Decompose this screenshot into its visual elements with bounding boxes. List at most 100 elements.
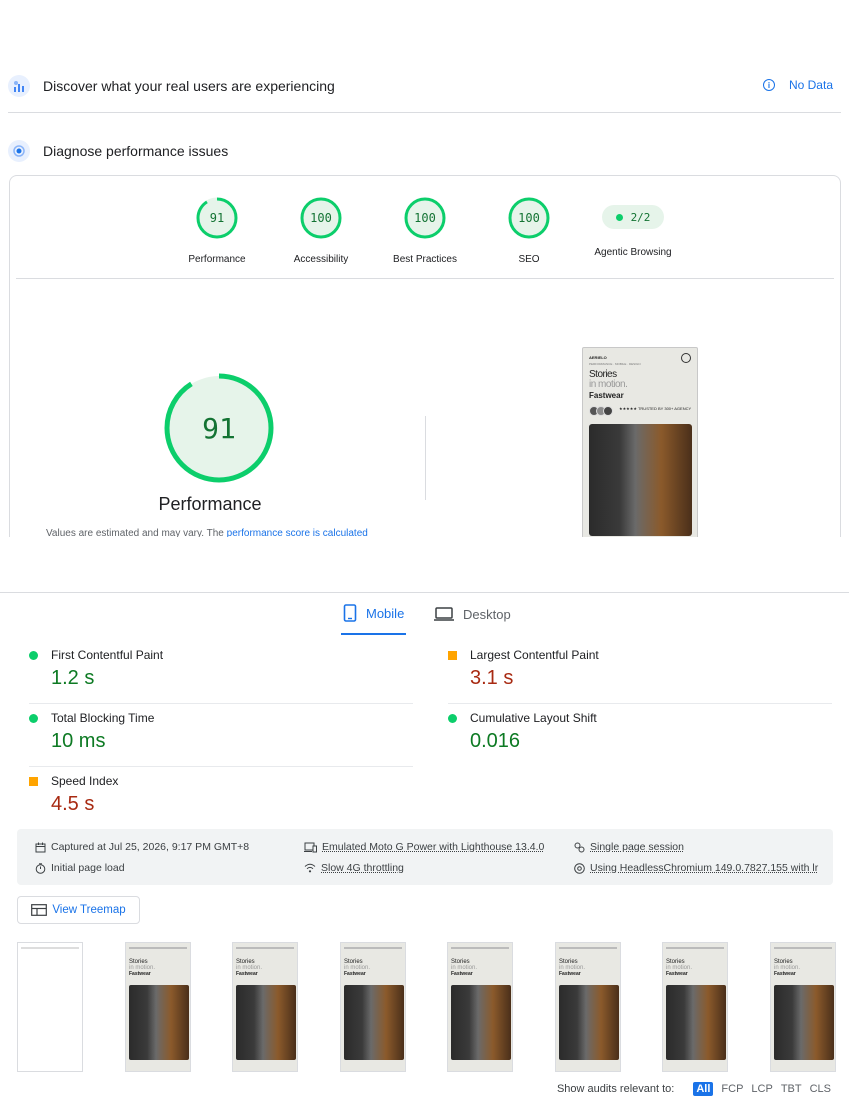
agentic-score: 2/2 xyxy=(630,210,651,224)
metric-cls: Cumulative Layout Shift 0.016 xyxy=(436,703,832,763)
preview-line3: Fastwear xyxy=(589,391,624,400)
metric-lcp: Largest Contentful Paint 3.1 s xyxy=(436,640,832,704)
session-icon xyxy=(574,842,585,852)
frame-image xyxy=(774,985,834,1060)
tab-mobile-label: Mobile xyxy=(366,605,405,621)
metric-label: First Contentful Paint xyxy=(51,648,164,662)
metric-label: Speed Index xyxy=(51,774,119,788)
gauge-score: 91 xyxy=(210,211,224,225)
average-indicator-icon xyxy=(29,777,38,786)
network-throttling[interactable]: Slow 4G throttling xyxy=(304,862,404,874)
filter-chip-lcp[interactable]: LCP xyxy=(751,1083,772,1095)
emulated-device[interactable]: Emulated Moto G Power with Lighthouse 13… xyxy=(304,841,544,853)
metric-label: Cumulative Layout Shift xyxy=(470,711,597,725)
gauge-score: 100 xyxy=(518,211,540,225)
metric-value: 4.5 s xyxy=(51,793,95,815)
calendar-icon xyxy=(35,842,46,852)
frame-header xyxy=(559,947,617,949)
initial-text: Initial page load xyxy=(51,862,125,874)
preview-menu-icon xyxy=(681,353,691,363)
frame-header xyxy=(774,947,832,949)
frame-header xyxy=(451,947,509,949)
device-tabs: Mobile Desktop xyxy=(0,592,849,636)
timer-icon xyxy=(35,862,46,874)
frame-image xyxy=(559,985,619,1060)
filmstrip-frame: Stories in motion. Fastwear xyxy=(340,942,406,1072)
final-screenshot[interactable]: AERIELO PERFORMANCE · MOBILE · DESIGN St… xyxy=(582,347,698,537)
browser-version[interactable]: Using HeadlessChromium 149.0.7827.155 wi… xyxy=(574,862,818,874)
metric-label: Largest Contentful Paint xyxy=(470,648,599,662)
gauge-performance[interactable]: 91 Performance xyxy=(167,196,267,265)
field-data-title: Discover what your real users are experi… xyxy=(43,78,335,94)
gauge-score: 100 xyxy=(414,211,436,225)
main-score-label: Performance xyxy=(158,494,262,514)
tab-desktop[interactable]: Desktop xyxy=(434,593,511,635)
estimate-text: Values are estimated and may vary. The xyxy=(46,528,227,537)
preview-brand: AERIELO xyxy=(589,355,607,360)
preview-line2: in motion. xyxy=(589,379,628,390)
view-treemap-button[interactable]: View Treemap xyxy=(17,896,140,924)
frame-header xyxy=(666,947,724,949)
metric-label: Total Blocking Time xyxy=(51,711,155,725)
audit-filter: Show audits relevant to: All FCP LCP TBT… xyxy=(557,1082,831,1096)
session-type[interactable]: Single page session xyxy=(574,841,684,853)
main-performance-gauge: 91 xyxy=(157,366,281,495)
info-icon: i xyxy=(762,79,775,91)
estimate-note: Values are estimated and may vary. The p… xyxy=(46,528,368,537)
score-calc-link[interactable]: performance score is calculated xyxy=(227,528,368,537)
metric-si: Speed Index 4.5 s xyxy=(17,766,413,826)
gauge-label: Agentic Browsing xyxy=(594,247,672,258)
filter-chip-fcp[interactable]: FCP xyxy=(721,1083,743,1095)
metric-value: 1.2 s xyxy=(51,667,95,689)
treemap-icon xyxy=(31,904,48,916)
frame-image xyxy=(451,985,511,1060)
filmstrip-frame: Stories in motion. Fastwear xyxy=(770,942,836,1072)
no-data-label: No Data xyxy=(788,78,833,92)
device-text: Emulated Moto G Power with Lighthouse 13… xyxy=(322,841,545,853)
filter-chip-all[interactable]: All xyxy=(693,1082,714,1096)
field-data-icon xyxy=(8,75,30,97)
metric-value: 10 ms xyxy=(51,730,106,752)
runtime-settings: Captured at Jul 25, 2026, 9:17 PM GMT+8 … xyxy=(17,829,833,885)
filter-chip-tbt[interactable]: TBT xyxy=(781,1083,802,1095)
gauge-label: SEO xyxy=(518,254,540,265)
initial-load: Initial page load xyxy=(35,862,125,874)
gauge-agentic-browsing[interactable]: 2/2 Agentic Browsing xyxy=(583,196,683,258)
wifi-icon xyxy=(304,863,316,873)
gauge-best-practices[interactable]: 100 Best Practices xyxy=(375,196,475,265)
audit-filter-label: Show audits relevant to: xyxy=(556,1083,675,1095)
frame-image xyxy=(129,985,189,1060)
gauge-seo[interactable]: 100 SEO xyxy=(479,196,579,265)
gauge-label: Accessibility xyxy=(293,254,349,265)
frame-image xyxy=(236,985,296,1060)
metric-tbt: Total Blocking Time 10 ms xyxy=(17,703,413,767)
tab-mobile[interactable]: Mobile xyxy=(341,593,407,635)
frame-line3: Fastwear xyxy=(451,971,473,977)
preview-stars: ★★★★★ TRUSTED BY 300+ AGENCY xyxy=(619,406,692,411)
vertical-divider xyxy=(425,416,426,500)
frame-line3: Fastwear xyxy=(344,971,366,977)
filmstrip-frame: Stories in motion. Fastwear xyxy=(662,942,728,1072)
lighthouse-report-card: 91 Performance 100 Accessibility 100 Bes… xyxy=(9,175,841,537)
frame-image xyxy=(666,985,726,1060)
gauge-label: Performance xyxy=(188,254,246,265)
preview-tagline: PERFORMANCE · MOBILE · DESIGN xyxy=(589,362,641,366)
gauge-accessibility[interactable]: 100 Accessibility xyxy=(271,196,371,265)
tab-desktop-label: Desktop xyxy=(463,606,511,622)
frame-header xyxy=(344,947,402,949)
metric-fcp: First Contentful Paint 1.2 s xyxy=(17,640,413,704)
filter-chip-cls[interactable]: CLS xyxy=(810,1083,831,1095)
frame-line3: Fastwear xyxy=(236,971,258,977)
filmstrip-frame: Stories in motion. Fastwear xyxy=(447,942,513,1072)
frame-line3: Fastwear xyxy=(129,971,151,977)
desktop-icon xyxy=(434,607,454,621)
preview-image xyxy=(589,424,692,536)
category-gauges: 91 Performance 100 Accessibility 100 Bes… xyxy=(10,196,840,276)
chrome-icon xyxy=(574,862,585,874)
treemap-label: View Treemap xyxy=(52,904,126,916)
filmstrip-frame: Stories in motion. Fastwear xyxy=(125,942,191,1072)
diagnose-icon xyxy=(8,140,30,162)
gauge-label: Best Practices xyxy=(393,254,457,265)
frame-line3: Fastwear xyxy=(666,971,688,977)
agentic-pill: 2/2 xyxy=(602,205,664,229)
